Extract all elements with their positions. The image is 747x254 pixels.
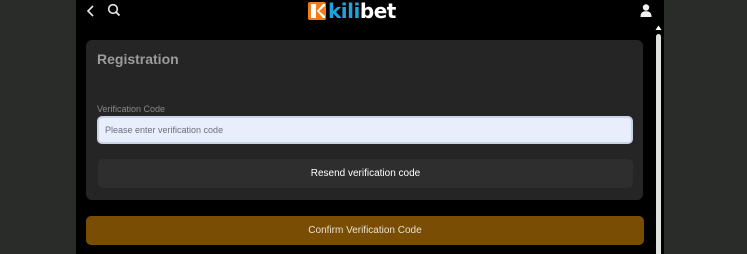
scrollbar-thumb[interactable] bbox=[656, 34, 661, 254]
logo-text-bet: bet bbox=[359, 0, 396, 23]
verification-code-input[interactable] bbox=[97, 116, 633, 144]
scrollbar[interactable] bbox=[653, 24, 664, 254]
search-icon bbox=[107, 3, 121, 17]
background-left bbox=[0, 0, 76, 254]
resend-code-button[interactable]: Resend verification code bbox=[98, 159, 633, 188]
logo-text-kili: kili bbox=[328, 0, 360, 23]
kilibet-logo[interactable]: kilibet bbox=[308, 0, 396, 23]
chevron-left-icon bbox=[86, 5, 94, 17]
search-button[interactable] bbox=[106, 2, 122, 18]
registration-card: Registration Verification Code Resend ve… bbox=[86, 40, 643, 200]
registration-title: Registration bbox=[97, 51, 179, 67]
user-icon bbox=[640, 4, 652, 17]
back-button[interactable] bbox=[84, 3, 98, 19]
logo-mark-icon bbox=[308, 2, 326, 20]
confirm-verification-button[interactable]: Confirm Verification Code bbox=[86, 216, 644, 245]
top-bar: kilibet bbox=[76, 0, 664, 24]
account-button[interactable] bbox=[639, 3, 653, 18]
verification-code-label: Verification Code bbox=[97, 104, 166, 114]
background-right bbox=[664, 0, 747, 254]
app-frame: kilibet Registration Verification Code R… bbox=[76, 0, 664, 254]
scroll-up-arrow-icon[interactable] bbox=[655, 25, 662, 31]
